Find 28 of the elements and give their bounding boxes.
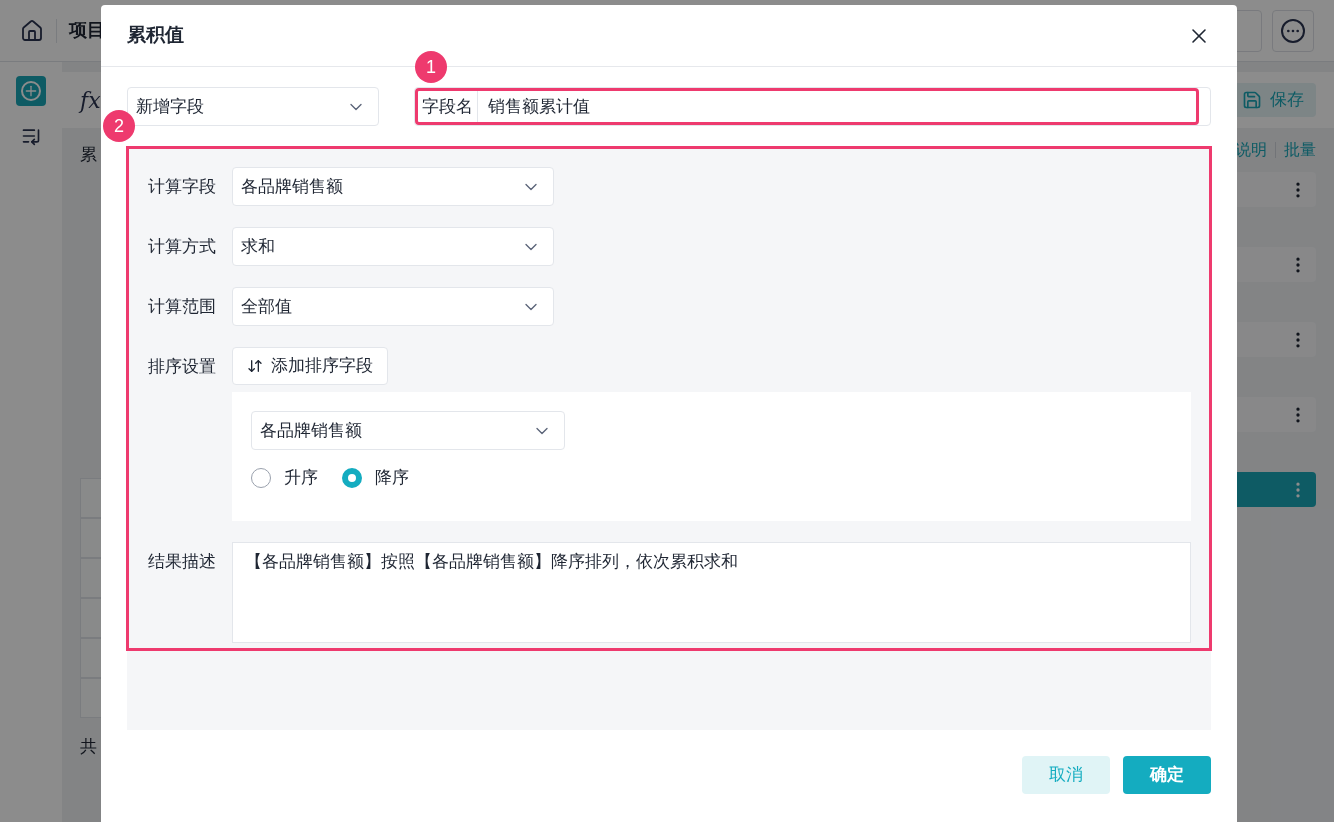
formula-label: fx — [80, 86, 101, 115]
section-label: 累 — [80, 144, 98, 166]
select-field[interactable]: 各品牌销售额 — [232, 167, 554, 206]
list-icon[interactable] — [21, 126, 41, 146]
number-badge: 2 — [103, 110, 135, 142]
more-button[interactable] — [1272, 9, 1314, 52]
number-badge: 1 — [415, 51, 447, 83]
form-label: 结果描述 — [148, 551, 217, 573]
select-field[interactable]: 新增字段 — [127, 87, 379, 126]
field-value: 销售额累计值 — [487, 95, 591, 118]
save-icon — [1242, 90, 1262, 110]
select-field[interactable]: 全部值 — [232, 287, 554, 326]
home-icon[interactable] — [20, 18, 44, 43]
add-sort-button[interactable]: 添加排序字段 — [232, 347, 388, 385]
more-icon — [1281, 18, 1305, 43]
select-field[interactable]: 求和 — [232, 227, 554, 266]
form-label: 计算范围 — [148, 296, 217, 318]
sort-radio[interactable]: 升序 — [251, 465, 318, 491]
footer-text: 共 — [80, 735, 98, 758]
sort-radio[interactable]: 降序 — [342, 465, 409, 491]
form-label: 计算字段 — [148, 176, 217, 198]
select-field[interactable]: 各品牌销售额 — [251, 411, 565, 450]
form-label: 排序设置 — [148, 356, 217, 378]
field-label: 字段名 — [418, 91, 478, 122]
sort-icon — [247, 358, 263, 374]
description-box[interactable]: 【各品牌销售额】按照【各品牌销售额】降序排列，依次累积求和 — [232, 542, 1191, 643]
dialog-title: 累积值 — [127, 23, 184, 48]
form-label: 计算方式 — [148, 236, 217, 258]
